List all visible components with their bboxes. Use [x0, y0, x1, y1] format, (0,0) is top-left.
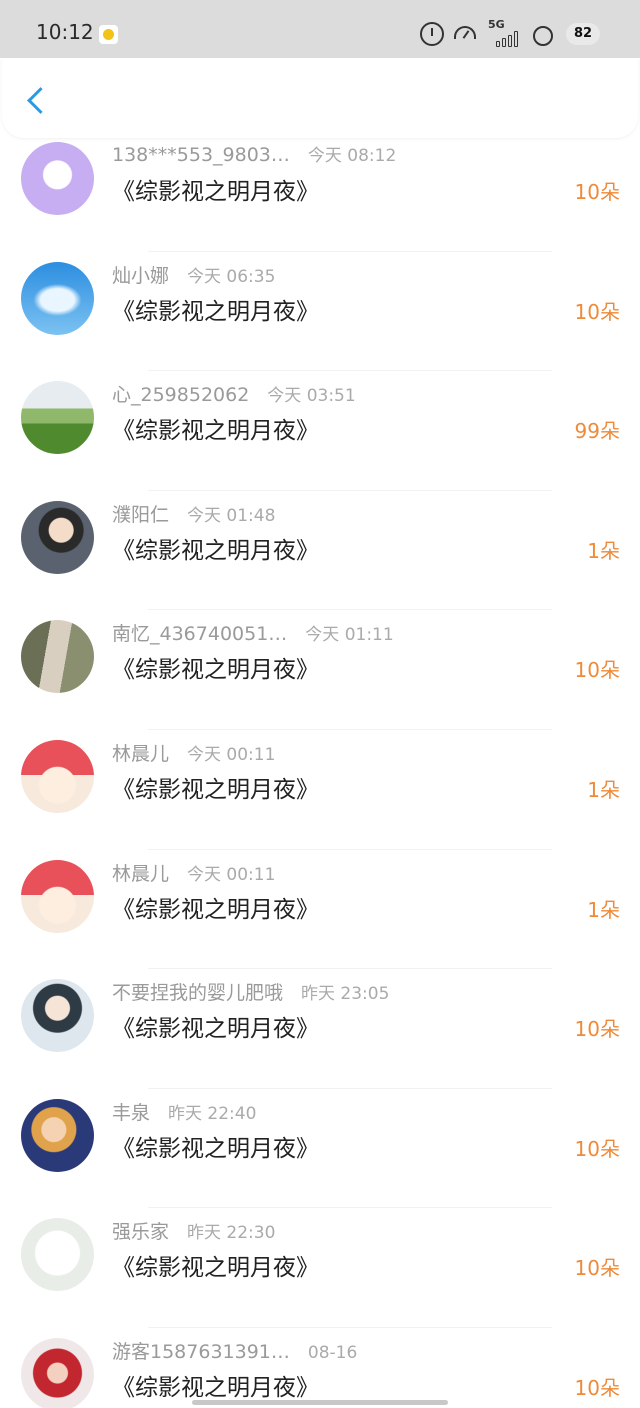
- item-meta: 丰泉 昨天 22:40: [112, 1098, 256, 1124]
- list-item[interactable]: 濮阳仁 今天 01:48 《综影视之明月夜》 1朵: [0, 491, 640, 611]
- item-time: 昨天 22:40: [168, 1103, 257, 1124]
- list-item[interactable]: 南忆_436740051… 今天 01:11 《综影视之明月夜》 10朵: [0, 610, 640, 730]
- list-item[interactable]: 丰泉 昨天 22:40 《综影视之明月夜》 10朵: [0, 1089, 640, 1209]
- status-time: 10:12: [36, 20, 94, 44]
- item-time: 昨天 22:30: [187, 1223, 276, 1244]
- item-time: 今天 01:48: [187, 505, 276, 526]
- wifi-icon: [532, 24, 554, 46]
- user-name[interactable]: 濮阳仁: [112, 504, 169, 526]
- list-item[interactable]: 138***553_9803… 今天 08:12 《综影视之明月夜》 10朵: [0, 132, 640, 252]
- book-title: 《综影视之明月夜》: [112, 537, 319, 564]
- avatar[interactable]: [21, 859, 94, 933]
- flower-amount: 99朵: [574, 419, 620, 444]
- item-time: 昨天 23:05: [301, 984, 390, 1005]
- item-meta: 南忆_436740051… 今天 01:11: [112, 619, 394, 645]
- avatar[interactable]: [21, 979, 94, 1053]
- avatar[interactable]: [21, 1098, 94, 1172]
- book-title: 《综影视之明月夜》: [112, 418, 319, 445]
- user-name[interactable]: 游客1587631391…: [112, 1341, 290, 1363]
- back-button[interactable]: [20, 84, 50, 118]
- flower-amount: 10朵: [574, 1256, 620, 1281]
- avatar[interactable]: [21, 500, 94, 574]
- item-meta: 强乐家 昨天 22:30: [112, 1217, 275, 1243]
- user-name[interactable]: 南忆_436740051…: [112, 623, 287, 645]
- flower-amount: 1朵: [587, 538, 620, 563]
- gift-record-list: 138***553_9803… 今天 08:12 《综影视之明月夜》 10朵 灿小娜 今天…: [0, 138, 640, 1408]
- flower-amount: 10朵: [574, 1136, 620, 1161]
- item-time: 今天 08:12: [307, 146, 397, 166]
- item-time: 今天 06:35: [187, 266, 276, 287]
- flower-amount: 10朵: [574, 1017, 620, 1042]
- avatar[interactable]: [21, 1337, 94, 1408]
- network-type-label: 5G: [488, 18, 505, 31]
- book-title: 《综影视之明月夜》: [112, 1255, 319, 1282]
- book-title: 《综影视之明月夜》: [112, 896, 319, 923]
- home-indicator[interactable]: [192, 1400, 448, 1405]
- item-time: 今天 03:51: [267, 386, 356, 407]
- list-item[interactable]: 灿小娜 今天 06:35 《综影视之明月夜》 10朵: [0, 252, 640, 372]
- list-item[interactable]: 强乐家 昨天 22:30 《综影视之明月夜》 10朵: [0, 1208, 640, 1328]
- list-item[interactable]: 不要捏我的婴儿肥哦 昨天 23:05 《综影视之明月夜》 10朵: [0, 969, 640, 1089]
- avatar[interactable]: [21, 261, 94, 335]
- item-meta: 游客1587631391… 08-16: [112, 1337, 357, 1363]
- avatar[interactable]: [21, 1218, 94, 1292]
- list-item[interactable]: 游客1587631391… 08-16 《综影视之明月夜》 10朵: [0, 1328, 640, 1408]
- list-item[interactable]: 林晨儿 今天 00:11 《综影视之明月夜》 1朵: [0, 850, 640, 970]
- book-title: 《综影视之明月夜》: [112, 1016, 319, 1043]
- list-item[interactable]: 心_259852062 今天 03:51 《综影视之明月夜》 99朵: [0, 371, 640, 491]
- list-item[interactable]: 林晨儿 今天 00:11 《综影视之明月夜》 1朵: [0, 730, 640, 850]
- flower-amount: 10朵: [574, 299, 620, 324]
- avatar[interactable]: [21, 142, 94, 215]
- signal-strength-icon: [496, 31, 522, 47]
- item-meta: 不要捏我的婴儿肥哦 昨天 23:05: [112, 978, 389, 1004]
- item-time: 今天 00:11: [187, 864, 276, 885]
- avatar[interactable]: [21, 620, 94, 694]
- item-time: 今天 00:11: [187, 744, 276, 765]
- app-notification-icon: [99, 25, 118, 44]
- flower-amount: 10朵: [574, 180, 620, 204]
- flower-amount: 10朵: [574, 1375, 620, 1400]
- status-bar: 10:12 5G 82: [0, 0, 640, 58]
- avatar[interactable]: [21, 381, 94, 455]
- item-meta: 灿小娜 今天 06:35: [112, 261, 275, 287]
- speedometer-icon: [454, 26, 476, 39]
- book-title: 《综影视之明月夜》: [112, 776, 319, 803]
- alarm-icon: [420, 22, 444, 46]
- flower-amount: 10朵: [574, 658, 620, 683]
- book-title: 《综影视之明月夜》: [112, 1135, 319, 1162]
- item-meta: 林晨儿 今天 00:11: [112, 739, 275, 765]
- user-name[interactable]: 强乐家: [112, 1221, 169, 1243]
- user-name[interactable]: 林晨儿: [112, 743, 169, 765]
- user-name[interactable]: 丰泉: [112, 1102, 150, 1124]
- avatar[interactable]: [21, 739, 94, 813]
- user-name[interactable]: 138***553_9803…: [112, 144, 290, 166]
- book-title: 《综影视之明月夜》: [112, 1374, 319, 1401]
- user-name[interactable]: 不要捏我的婴儿肥哦: [112, 982, 283, 1004]
- top-nav-bar: [2, 58, 638, 138]
- user-name[interactable]: 林晨儿: [112, 863, 169, 885]
- flower-amount: 1朵: [587, 777, 620, 802]
- user-name[interactable]: 灿小娜: [112, 265, 169, 287]
- item-time: 今天 01:11: [305, 625, 394, 646]
- user-name[interactable]: 心_259852062: [112, 384, 249, 406]
- flower-amount: 1朵: [587, 897, 620, 922]
- battery-level: 82: [566, 23, 600, 45]
- item-meta: 濮阳仁 今天 01:48: [112, 500, 275, 526]
- book-title: 《综影视之明月夜》: [112, 657, 319, 684]
- item-meta: 林晨儿 今天 00:11: [112, 859, 275, 885]
- book-title: 《综影视之明月夜》: [112, 179, 319, 205]
- item-time: 08-16: [307, 1342, 358, 1363]
- book-title: 《综影视之明月夜》: [112, 298, 319, 325]
- item-meta: 心_259852062 今天 03:51: [112, 380, 356, 406]
- item-meta: 138***553_9803… 今天 08:12: [112, 141, 396, 167]
